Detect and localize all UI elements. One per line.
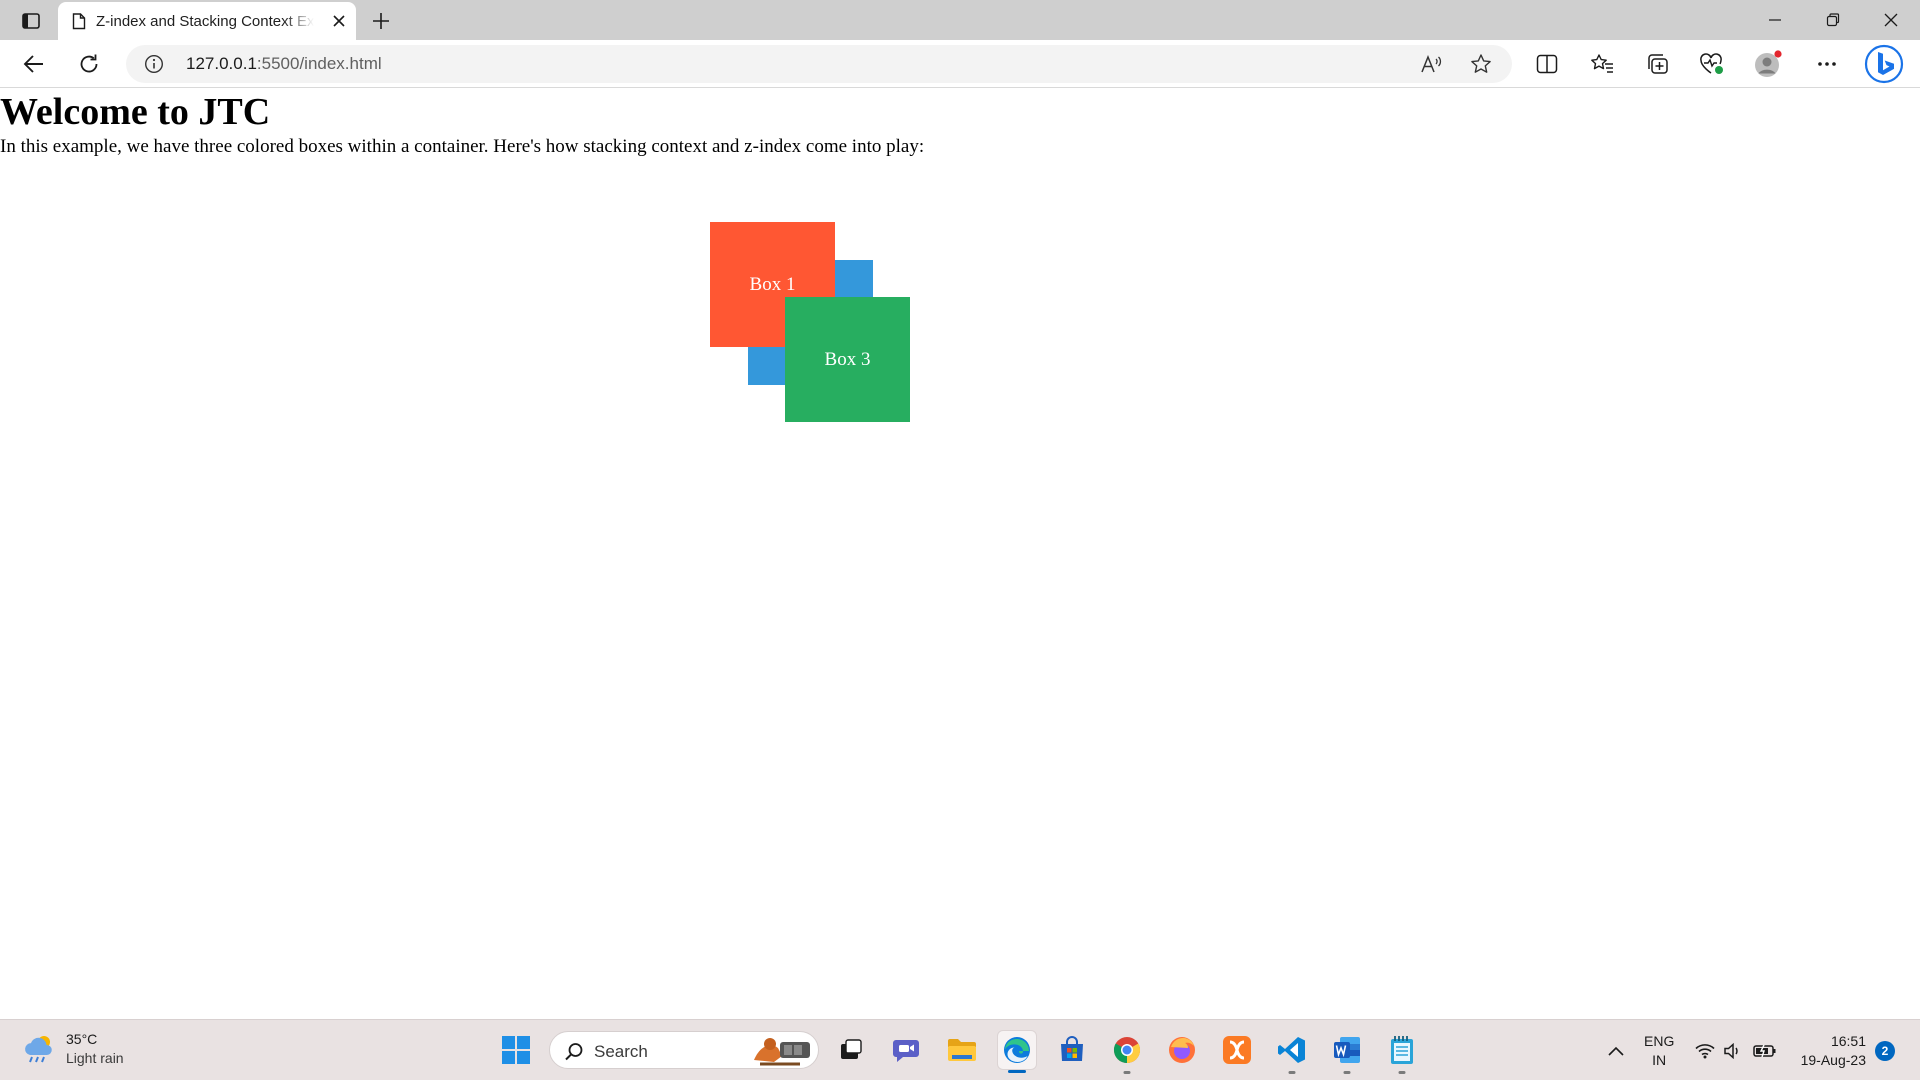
search-highlight-illustration-icon <box>750 1034 816 1068</box>
browser-essentials-icon[interactable] <box>1696 48 1728 80</box>
intro-paragraph: In this example, we have three colored b… <box>0 136 925 157</box>
notepad-running-indicator <box>1398 1071 1406 1074</box>
show-hidden-icons-chevron-up-icon[interactable] <box>1604 1020 1628 1081</box>
page-heading: Welcome to JTC <box>0 91 271 133</box>
read-aloud-icon[interactable] <box>1419 52 1443 76</box>
language-region: IN <box>1652 1052 1667 1068</box>
task-view-icon[interactable] <box>831 1030 871 1070</box>
edge-running-indicator <box>1008 1070 1026 1073</box>
more-options-icon[interactable] <box>1811 48 1843 80</box>
profile-avatar-icon[interactable] <box>1752 48 1784 80</box>
browser-toolbar: 127.0.0.1:5500/index.html <box>0 40 1920 88</box>
firefox-browser-icon[interactable] <box>1162 1030 1202 1070</box>
clock-time: 16:51 <box>1830 1033 1866 1049</box>
tab-actions-icon[interactable] <box>14 8 48 34</box>
file-explorer-icon[interactable] <box>942 1030 982 1070</box>
browser-tab-active[interactable]: Z-index and Stacking Context Example <box>58 2 356 40</box>
weather-widget[interactable]: 35°C Light rain <box>22 1030 124 1068</box>
xampp-control-icon[interactable] <box>1217 1030 1257 1070</box>
weather-condition: Light rain <box>66 1050 124 1066</box>
close-window-icon[interactable] <box>1862 0 1920 40</box>
new-tab-plus-icon[interactable] <box>368 8 394 34</box>
word-icon[interactable] <box>1327 1030 1367 1074</box>
box-1-label: Box 1 <box>749 273 796 295</box>
url-host: 127.0.0.1 <box>186 54 257 73</box>
collections-icon[interactable] <box>1641 48 1673 80</box>
search-placeholder: Search <box>594 1042 648 1061</box>
taskbar-search-box[interactable]: Search <box>549 1031 819 1069</box>
split-screen-icon[interactable] <box>1531 48 1563 80</box>
back-arrow-icon[interactable] <box>18 48 50 80</box>
weather-temperature: 35°C <box>66 1031 98 1047</box>
tab-title: Z-index and Stacking Context Example <box>96 12 314 30</box>
close-tab-icon[interactable] <box>332 14 346 28</box>
bing-copilot-icon[interactable] <box>1864 44 1904 84</box>
web-page-content: Welcome to JTC In this example, we have … <box>0 89 1920 1019</box>
chrome-browser-icon[interactable] <box>1107 1030 1147 1074</box>
favorite-star-icon[interactable] <box>1469 52 1493 76</box>
teams-chat-icon[interactable] <box>887 1030 927 1070</box>
windows-start-icon[interactable] <box>496 1030 536 1070</box>
clock-date: 19-Aug-23 <box>1800 1052 1866 1068</box>
system-clock[interactable]: 16:51 19-Aug-23 <box>1792 1032 1866 1070</box>
restore-icon[interactable] <box>1804 0 1862 40</box>
chrome-running-indicator <box>1123 1071 1131 1074</box>
notepad-icon[interactable] <box>1382 1030 1422 1074</box>
input-language-indicator[interactable]: ENG IN <box>1644 1032 1674 1070</box>
wifi-icon[interactable] <box>1694 1020 1716 1081</box>
word-running-indicator <box>1343 1071 1351 1074</box>
windows-taskbar: 35°C Light rain Search ENG IN 16:51 19-A… <box>0 1019 1920 1080</box>
address-bar[interactable]: 127.0.0.1:5500/index.html <box>126 45 1512 83</box>
box-3: Box 3 <box>785 297 910 422</box>
page-document-icon <box>72 12 86 30</box>
cloud-rain-icon <box>22 1033 56 1065</box>
microsoft-store-icon[interactable] <box>1052 1030 1092 1070</box>
site-info-icon[interactable] <box>144 54 164 74</box>
url-text[interactable]: 127.0.0.1:5500/index.html <box>186 54 382 74</box>
refresh-icon[interactable] <box>73 48 105 80</box>
url-path: :5500/index.html <box>256 54 382 73</box>
browser-tab-strip: Z-index and Stacking Context Example <box>0 0 1920 40</box>
vscode-icon[interactable] <box>1272 1030 1312 1074</box>
edge-browser-icon[interactable] <box>997 1030 1037 1073</box>
language-code: ENG <box>1644 1033 1675 1049</box>
search-icon <box>564 1042 584 1062</box>
volume-icon[interactable] <box>1722 1020 1744 1081</box>
vscode-running-indicator <box>1288 1071 1296 1074</box>
favorites-icon[interactable] <box>1586 48 1618 80</box>
box-3-label: Box 3 <box>824 348 871 370</box>
minimize-icon[interactable] <box>1746 0 1804 40</box>
notification-count-badge[interactable]: 2 <box>1875 1041 1895 1061</box>
battery-charging-icon[interactable] <box>1752 1020 1778 1081</box>
